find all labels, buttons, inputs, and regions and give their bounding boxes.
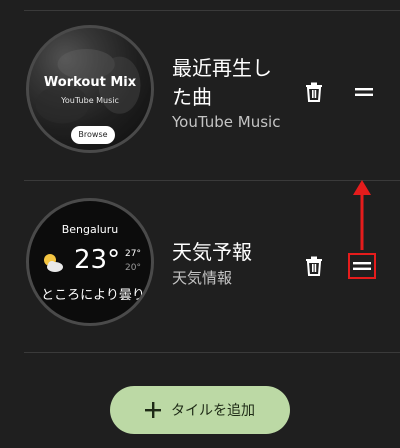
playlist-title: Workout Mix <box>43 75 137 90</box>
tile-item-music[interactable]: Workout Mix YouTube Music Browse 最近再生した曲… <box>0 20 400 180</box>
current-temperature: 23° <box>74 245 121 275</box>
tile-title-music: 最近再生した曲 <box>172 56 272 109</box>
delete-tile-button[interactable] <box>302 254 326 278</box>
drag-handle-highlight <box>348 253 376 279</box>
music-tile-preview[interactable]: Workout Mix YouTube Music Browse <box>26 25 154 153</box>
partly-cloudy-icon <box>44 254 63 272</box>
high-temperature: 27° <box>125 249 141 259</box>
drag-handle-button[interactable] <box>352 80 376 104</box>
drag-handle-icon <box>355 88 373 96</box>
trash-icon <box>306 82 322 102</box>
weather-condition: ところにより曇り <box>41 288 145 303</box>
tile-subtitle-music: YouTube Music <box>172 113 281 131</box>
tile-subtitle-weather: 天気情報 <box>172 269 233 287</box>
trash-icon <box>306 256 322 276</box>
delete-tile-button[interactable] <box>302 80 326 104</box>
move-up-arrow-annotation <box>353 180 371 250</box>
weather-city: Bengaluru <box>61 223 119 236</box>
top-divider <box>24 10 400 11</box>
playlist-source: YouTube Music <box>61 96 119 105</box>
tile-editor-screen: Workout Mix YouTube Music Browse 最近再生した曲… <box>0 0 400 448</box>
plus-icon <box>145 402 161 418</box>
add-tile-button[interactable]: タイルを追加 <box>110 386 290 434</box>
bottom-divider <box>24 352 400 353</box>
row-divider <box>24 180 400 181</box>
tile-title-weather: 天気予報 <box>172 240 252 264</box>
tile-item-weather[interactable]: Bengaluru 23° 27° 20° ところにより曇り 天気予報 天気情報 <box>0 190 400 350</box>
low-temperature: 20° <box>125 263 141 273</box>
add-tile-label: タイルを追加 <box>171 403 255 419</box>
browse-button[interactable]: Browse <box>71 126 115 144</box>
weather-tile-preview[interactable]: Bengaluru 23° 27° 20° ところにより曇り <box>26 198 154 326</box>
